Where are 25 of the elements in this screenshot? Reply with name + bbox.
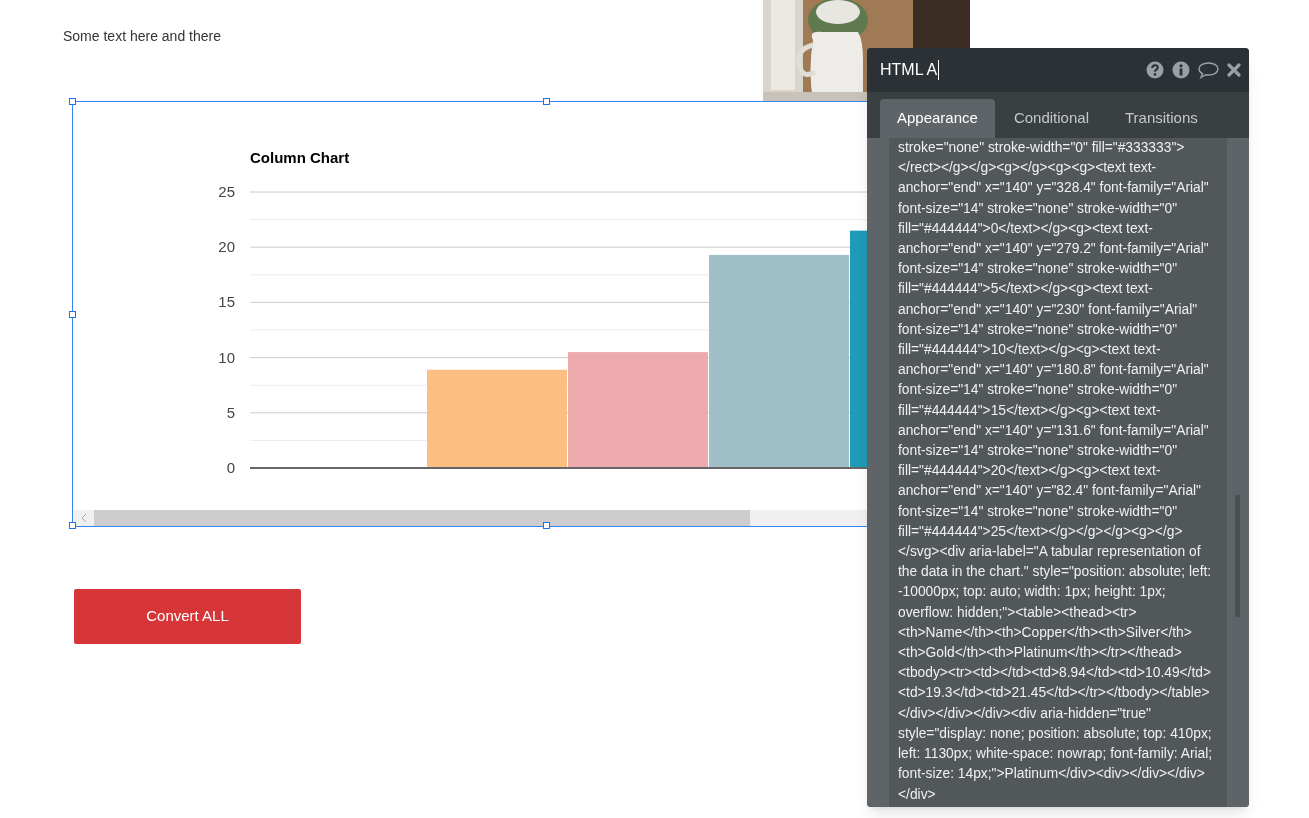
close-icon[interactable] <box>1227 63 1241 77</box>
panel-title[interactable]: HTML A <box>880 58 938 82</box>
panel-tab[interactable]: Conditional <box>996 99 1106 138</box>
axis-tick-label: 20 <box>218 238 235 256</box>
chart-title: Column Chart <box>250 149 350 166</box>
body-text: Some text here and there <box>63 27 222 45</box>
resize-handle[interactable] <box>69 311 76 318</box>
axis-tick-label: 0 <box>226 459 235 476</box>
info-icon[interactable] <box>1172 61 1190 79</box>
scrollbar-thumb[interactable] <box>94 510 750 526</box>
convert-button[interactable]: Convert ALL <box>74 589 301 644</box>
axis-tick-label: 25 <box>218 183 235 200</box>
resize-handle[interactable] <box>69 522 76 529</box>
panel-tab[interactable]: Transitions <box>1107 99 1215 138</box>
resize-handle[interactable] <box>543 98 550 105</box>
resize-handle[interactable] <box>543 522 550 529</box>
horizontal-scrollbar[interactable] <box>73 510 867 526</box>
axis-tick-label: 5 <box>226 403 235 421</box>
resize-handle[interactable] <box>69 98 76 105</box>
axis-tick-label: 10 <box>218 348 235 366</box>
comment-icon[interactable] <box>1198 61 1219 79</box>
help-icon[interactable] <box>1146 61 1164 79</box>
panel-tab[interactable]: Appearance <box>880 99 995 138</box>
axis-tick-label: 15 <box>218 293 235 311</box>
code-field[interactable]: stroke="none" stroke-width="0" fill="#333333"></rect></g></g><g></g><g><g><text text-anchor="end" x="140" y="328.4" font-family="Arial" font-size="14" stroke="none" stroke-width="0" fill="#444444">0</text></g><g><text text-anchor="end" x="140" y="279.2" font-family="Arial" font-size="14" stroke="none" stroke-width="0" fill="#444444">5</text></g><g><text text-anchor="end" x="140" y="230" font-family="Arial" font-size="14" stroke="none" stroke-width="0" fill="#444444">10</text></g><g><text text-anchor="end" x="140" y="180.8" font-family="Arial" font-size="14" stroke="none" stroke-width="0" fill="#444444">15</text></g><g><text text-anchor="end" x="140" y="131.6" font-family="Arial" font-size="14" stroke="none" stroke-width="0" fill="#444444">20</text></g><g><text text-anchor="end" x="140" y="82.4" font-family="Arial" font-size="14" stroke="none" stroke-width="0" fill="#444444">25</text></g></g></g><g></g></svg><div aria-label="A tabular representation of the data in the chart." style="position: absolute; left: -10000px; top: auto; width: 1px; height: 1px; overflow: hidden;"><table><thead><tr><th>Name</th><th>Copper</th><th>Silver</th><th>Gold</th><th>Platinum</th></tr></thead><tbody><tr><td></td><td>8.94</td><td>10.49</td><td>19.3</td><td>21.45</td></tr></tbody></table></div></div></div><div aria-hidden="true" style="display: none; position: absolute; top: 410px; left: 1130px; white-space: nowrap; font-family: Arial; font-size: 14px;">Platinum</div><div></div></div></div> <box>889 138 1227 807</box>
